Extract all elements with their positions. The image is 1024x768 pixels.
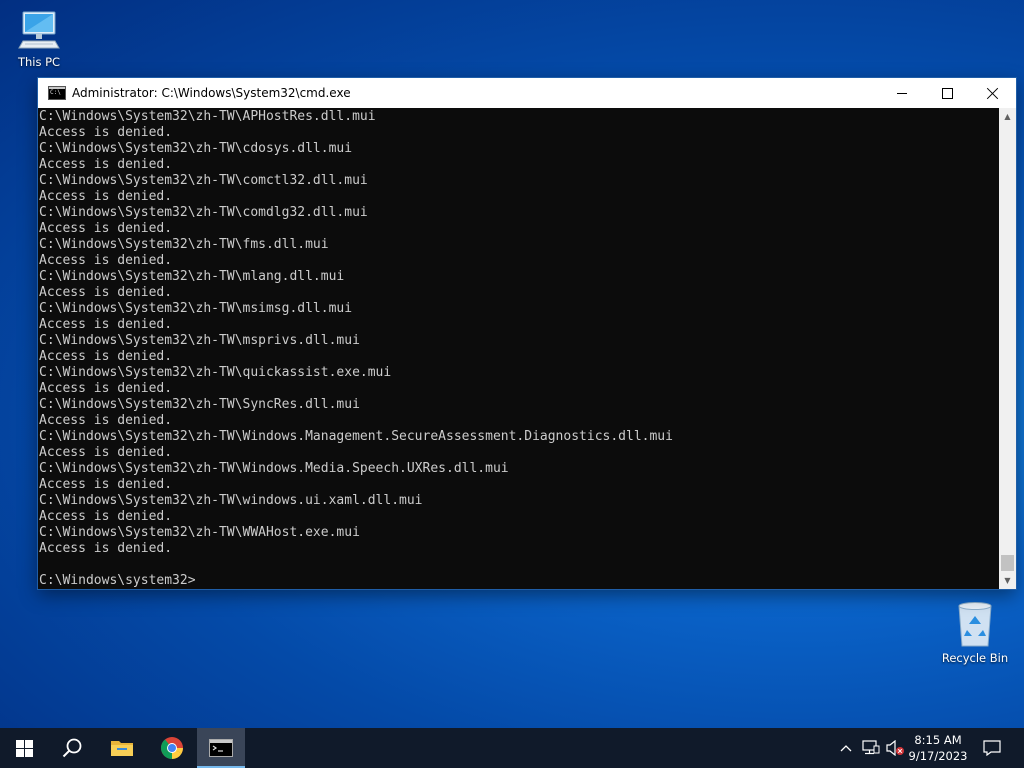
cmd-window: Administrator: C:\Windows\System32\cmd.e… (38, 78, 1016, 589)
clock-date: 9/17/2023 (908, 749, 968, 763)
cmd-icon (209, 739, 233, 757)
search-icon (62, 738, 82, 758)
clock-time: 8:15 AM (914, 733, 962, 747)
file-explorer-icon (111, 741, 133, 756)
console-icon[interactable] (48, 86, 66, 100)
clock[interactable]: 8:15 AM 9/17/2023 (906, 728, 970, 768)
close-button[interactable] (970, 78, 1016, 108)
volume-button[interactable] (884, 728, 906, 768)
start-icon (15, 739, 33, 757)
minimize-button[interactable] (879, 78, 925, 108)
console-line: C:\Windows\System32\zh-TW\APHostRes.dll.… (39, 109, 376, 124)
console-line: C:\Windows\System32\zh-TW\SyncRes.dll.mu… (39, 397, 360, 412)
search-button[interactable] (48, 728, 96, 768)
console-line: C:\Windows\System32\zh-TW\msimsg.dll.mui (39, 301, 353, 316)
recycle-bin-shortcut[interactable]: Recycle Bin (937, 600, 1013, 665)
console-line: C:\Windows\System32\zh-TW\comctl32.dll.m… (39, 173, 368, 188)
console-line: C:\Windows\System32\zh-TW\fms.dll.mui (39, 237, 329, 252)
console-line: C:\Windows\System32\zh-TW\comdlg32.dll.m… (39, 205, 368, 220)
action-center-button[interactable] (968, 728, 1016, 768)
command-prompt-line[interactable]: C:\Windows\system32> (38, 573, 999, 589)
console-line: C:\Windows\System32\zh-TW\Windows.Media.… (39, 461, 509, 476)
console-line: Access is denied. (39, 381, 173, 396)
console-line: Access is denied. (39, 541, 173, 556)
network-button[interactable] (860, 728, 882, 768)
chrome-icon (161, 737, 183, 759)
minimize-icon (897, 92, 907, 94)
chevron-up-icon (840, 745, 852, 752)
notification-icon (983, 740, 1001, 756)
network-icon (862, 740, 880, 755)
console-output[interactable]: C:\Windows\System32\zh-TW\APHostRes.dll.… (38, 108, 999, 590)
console-line: Access is denied. (39, 509, 173, 524)
console-line: Access is denied. (39, 221, 173, 236)
taskbar: 8:15 AM 9/17/2023 (0, 728, 1024, 768)
show-hidden-icons-button[interactable] (836, 728, 856, 768)
console-line: Access is denied. (39, 445, 173, 460)
maximize-icon (941, 87, 953, 99)
start-button[interactable] (0, 728, 48, 768)
this-pc-icon (18, 11, 60, 49)
console-line: Access is denied. (39, 253, 173, 268)
this-pc-shortcut[interactable]: This PC (1, 8, 77, 69)
title-bar[interactable]: Administrator: C:\Windows\System32\cmd.e… (38, 78, 1016, 108)
console-line: C:\Windows\System32\zh-TW\mlang.dll.mui (39, 269, 345, 284)
window-title: Administrator: C:\Windows\System32\cmd.e… (72, 86, 351, 100)
console-line: Access is denied. (39, 413, 173, 428)
recycle-bin-icon (958, 602, 992, 647)
scroll-down-arrow-icon[interactable]: ▼ (999, 572, 1016, 589)
volume-muted-icon (886, 740, 904, 756)
file-explorer-button[interactable] (98, 728, 146, 768)
console-line: C:\Windows\System32\zh-TW\Windows.Manage… (39, 429, 673, 444)
chrome-button[interactable] (148, 728, 196, 768)
console-line: C:\Windows\System32\zh-TW\msprivs.dll.mu… (39, 333, 360, 348)
console-line: Access is denied. (39, 317, 173, 332)
console-line: C:\Windows\System32\zh-TW\cdosys.dll.mui (39, 141, 353, 156)
console-line: Access is denied. (39, 349, 173, 364)
console-line: C:\Windows\System32\zh-TW\windows.ui.xam… (39, 493, 423, 508)
console-line: Access is denied. (39, 125, 173, 140)
scroll-up-arrow-icon[interactable]: ▲ (999, 108, 1016, 125)
console-line: C:\Windows\System32\zh-TW\quickassist.ex… (39, 365, 392, 380)
recycle-bin-label: Recycle Bin (941, 651, 1009, 665)
console-line: C:\Windows\System32\zh-TW\WWAHost.exe.mu… (39, 525, 360, 540)
console-line: Access is denied. (39, 285, 173, 300)
scrollbar-thumb[interactable] (1001, 555, 1014, 571)
close-icon (987, 87, 999, 99)
vertical-scrollbar[interactable]: ▲ ▼ (999, 108, 1016, 589)
desktop: This PC Recycle Bin Administrator: C:\Wi… (0, 0, 1024, 768)
this-pc-label: This PC (17, 55, 61, 69)
maximize-button[interactable] (924, 78, 970, 108)
console-line: Access is denied. (39, 477, 173, 492)
console-line: Access is denied. (39, 157, 173, 172)
cmd-taskbar-button[interactable] (197, 728, 245, 768)
console-line: Access is denied. (39, 189, 173, 204)
